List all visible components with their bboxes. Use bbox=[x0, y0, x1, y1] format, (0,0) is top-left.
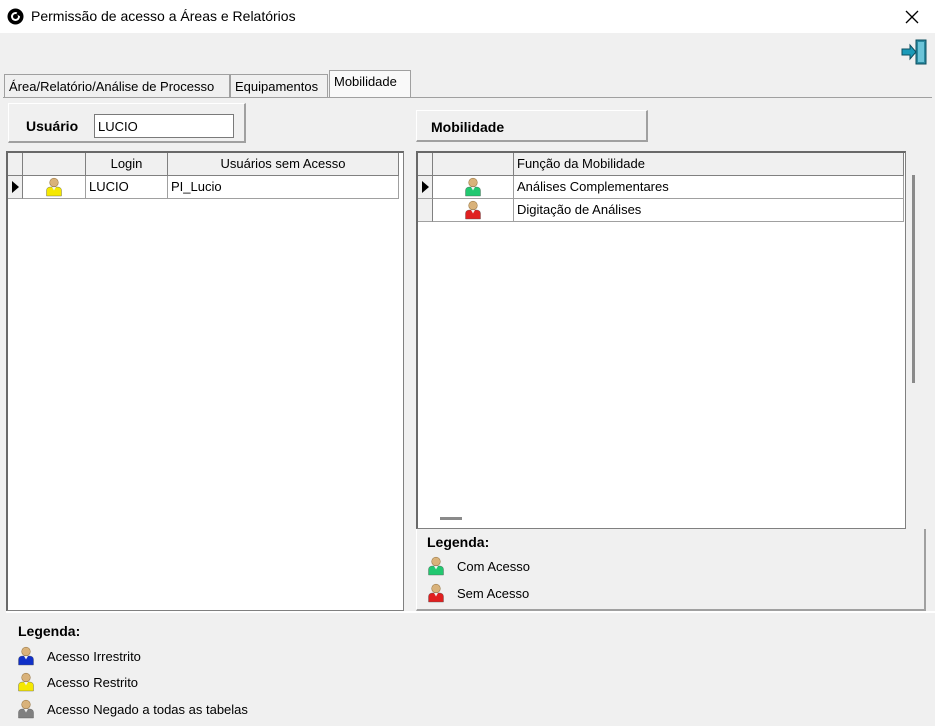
table-row[interactable]: Análises Complementares bbox=[418, 176, 904, 199]
legend-item-acesso-restrito: Acesso Restrito bbox=[17, 672, 138, 692]
vertical-scrollbar-thumb[interactable] bbox=[912, 175, 915, 383]
users-without-access-cell[interactable]: PI_Lucio bbox=[168, 176, 399, 199]
table-row[interactable]: Digitação de Análises bbox=[418, 199, 904, 222]
row-indicator[interactable] bbox=[418, 176, 433, 199]
user-green-icon bbox=[464, 177, 482, 197]
tab-equipamentos[interactable]: Equipamentos bbox=[230, 74, 328, 98]
title-bar: Permissão de acesso a Áreas e Relatórios bbox=[0, 0, 935, 33]
mobility-header: Mobilidade bbox=[416, 110, 648, 142]
mobility-grid[interactable]: Função da Mobilidade Análises Complement… bbox=[416, 151, 906, 529]
close-button[interactable] bbox=[889, 0, 935, 33]
mobility-grid-header: Função da Mobilidade bbox=[418, 153, 904, 176]
users-legend: Legenda: Acesso Irrestrito Acesso Restri… bbox=[6, 611, 935, 726]
user-label: Usuário bbox=[26, 118, 79, 134]
legend-title: Legenda: bbox=[427, 534, 490, 550]
login-cell[interactable]: LUCIO bbox=[86, 176, 168, 199]
current-row-arrow-icon bbox=[12, 181, 19, 193]
mobility-function-cell[interactable]: Análises Complementares bbox=[514, 176, 904, 199]
column-header-icon[interactable] bbox=[433, 153, 514, 176]
user-yellow-icon bbox=[17, 672, 35, 692]
exit-button[interactable] bbox=[899, 38, 929, 66]
current-row-arrow-icon bbox=[422, 181, 429, 193]
window-title: Permissão de acesso a Áreas e Relatórios bbox=[31, 8, 296, 24]
user-gray-icon bbox=[17, 699, 35, 719]
column-header-mobility-function[interactable]: Função da Mobilidade bbox=[514, 153, 904, 176]
legend-item-label: Sem Acesso bbox=[457, 585, 530, 601]
legend-item-acesso-irrestrito: Acesso Irrestrito bbox=[17, 646, 141, 666]
mobility-function-cell[interactable]: Digitação de Análises bbox=[514, 199, 904, 222]
permission-window: Permissão de acesso a Áreas e Relatórios… bbox=[0, 0, 935, 726]
legend-item-sem-acesso: Sem Acesso bbox=[427, 583, 529, 603]
mobility-legend: Legenda: Com Acesso Sem Acesso bbox=[416, 529, 926, 611]
legend-title: Legenda: bbox=[18, 623, 81, 639]
row-indicator[interactable] bbox=[418, 199, 433, 222]
row-status-cell[interactable] bbox=[23, 176, 86, 199]
users-grid[interactable]: Login Usuários sem Acesso LUCIO PI_Lucio bbox=[6, 151, 404, 611]
user-blue-icon bbox=[17, 646, 35, 666]
users-grid-header: Login Usuários sem Acesso bbox=[8, 153, 399, 176]
legend-item-label: Acesso Irrestrito bbox=[47, 648, 141, 664]
row-indicator-header bbox=[8, 153, 23, 176]
row-status-cell[interactable] bbox=[433, 199, 514, 222]
legend-item-com-acesso: Com Acesso bbox=[427, 556, 530, 576]
horizontal-scrollbar-thumb[interactable] bbox=[440, 517, 462, 520]
user-filter-panel: Usuário bbox=[8, 103, 246, 143]
legend-item-label: Acesso Restrito bbox=[47, 674, 139, 690]
legend-item-label: Acesso Negado a todas as tabelas bbox=[47, 701, 248, 717]
row-indicator-header bbox=[418, 153, 433, 176]
legend-item-label: Com Acesso bbox=[457, 558, 530, 574]
column-header-users-without-access[interactable]: Usuários sem Acesso bbox=[168, 153, 399, 176]
exit-door-icon bbox=[901, 39, 927, 65]
row-indicator[interactable] bbox=[8, 176, 23, 199]
tab-area-relatorio[interactable]: Área/Relatório/Análise de Processo bbox=[4, 74, 230, 98]
user-green-icon bbox=[427, 556, 445, 576]
tab-mobilidade[interactable]: Mobilidade bbox=[329, 70, 411, 98]
user-red-icon bbox=[427, 583, 445, 603]
user-yellow-icon bbox=[45, 177, 63, 197]
column-header-icon[interactable] bbox=[23, 153, 86, 176]
row-status-cell[interactable] bbox=[433, 176, 514, 199]
app-icon bbox=[7, 8, 24, 25]
column-header-login[interactable]: Login bbox=[86, 153, 168, 176]
user-red-icon bbox=[464, 200, 482, 220]
user-input[interactable] bbox=[94, 114, 234, 138]
legend-item-acesso-negado: Acesso Negado a todas as tabelas bbox=[17, 699, 248, 719]
table-row[interactable]: LUCIO PI_Lucio bbox=[8, 176, 399, 199]
close-icon bbox=[905, 10, 919, 23]
